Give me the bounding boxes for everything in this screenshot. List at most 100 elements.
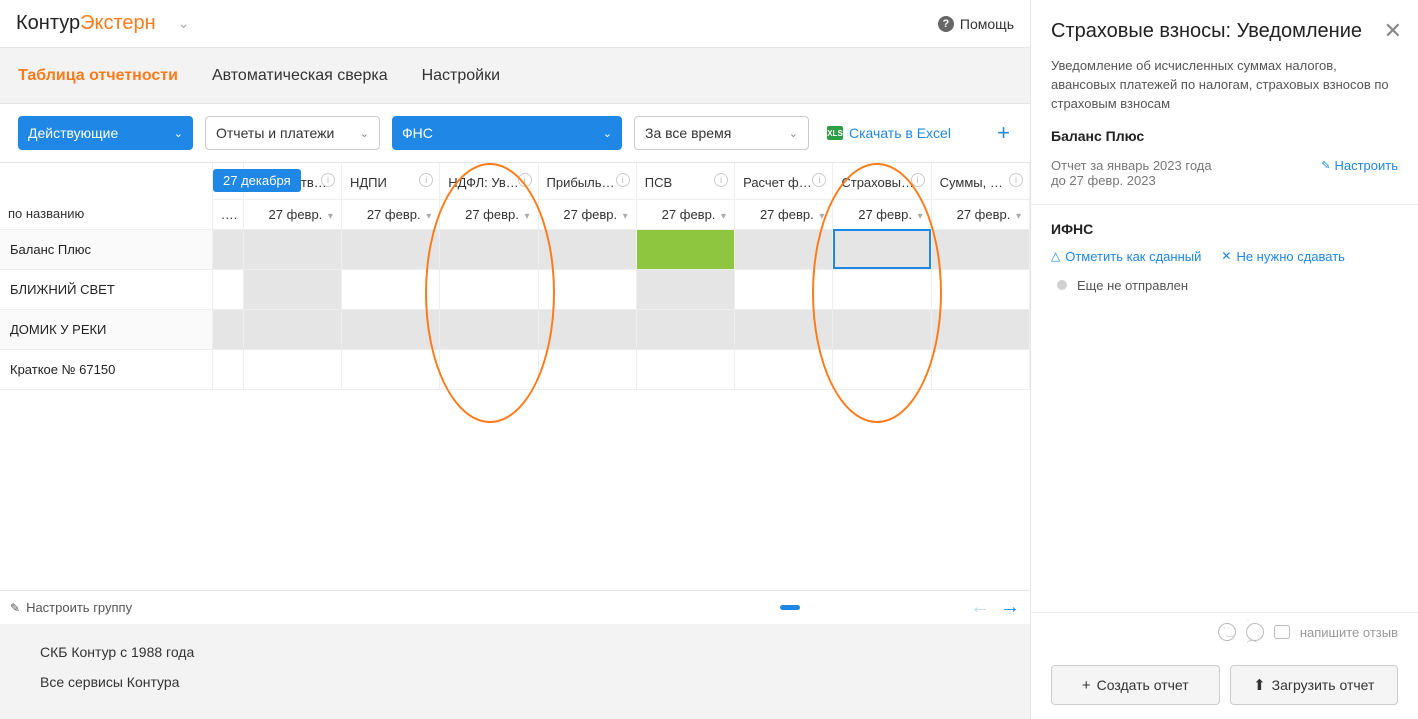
cell[interactable] xyxy=(341,309,439,349)
col-header[interactable]: НДПИi xyxy=(341,163,439,199)
horizontal-scrollbar[interactable] xyxy=(780,605,800,610)
date-subheader[interactable]: 27 февр. ▾ xyxy=(833,199,931,229)
service-switch-icon[interactable]: ⌄ xyxy=(178,15,190,32)
cell[interactable] xyxy=(243,269,341,309)
org-name[interactable]: БЛИЖНИЙ СВЕТ xyxy=(0,269,213,309)
logo: КонтурЭкстерн xyxy=(16,12,156,35)
name-header[interactable]: по названию xyxy=(0,163,213,229)
cell[interactable] xyxy=(636,349,734,389)
cell[interactable] xyxy=(538,269,636,309)
close-icon[interactable]: ✕ xyxy=(1384,18,1402,44)
info-icon[interactable]: i xyxy=(911,173,925,187)
cell[interactable] xyxy=(636,309,734,349)
date-subheader[interactable]: 27 февр. ▾ xyxy=(931,199,1029,229)
col-header[interactable]: Прибыль…i xyxy=(538,163,636,199)
cell[interactable] xyxy=(341,349,439,389)
cell[interactable] xyxy=(735,309,833,349)
cell[interactable] xyxy=(636,229,734,269)
org-name[interactable]: Баланс Плюс xyxy=(0,229,213,269)
configure-group-link[interactable]: Настроить группу xyxy=(26,600,132,615)
cell[interactable] xyxy=(636,269,734,309)
cell[interactable] xyxy=(931,269,1029,309)
date-subheader[interactable]: 27 февр. ▾ xyxy=(735,199,833,229)
cell[interactable] xyxy=(735,269,833,309)
cell[interactable] xyxy=(538,229,636,269)
org-name[interactable]: ДОМИК У РЕКИ xyxy=(0,309,213,349)
cell-selected[interactable] xyxy=(833,229,931,269)
cell[interactable] xyxy=(833,269,931,309)
download-excel-link[interactable]: XLS Скачать в Excel xyxy=(827,125,951,141)
feedback-hint[interactable]: напишите отзыв xyxy=(1300,625,1398,640)
cell[interactable] xyxy=(735,229,833,269)
info-icon[interactable]: i xyxy=(714,173,728,187)
xls-icon: XLS xyxy=(827,126,843,140)
cell[interactable] xyxy=(440,229,538,269)
table-row: Краткое № 67150 xyxy=(0,349,1030,389)
tab-reporting[interactable]: Таблица отчетности xyxy=(18,67,178,85)
create-report-button[interactable]: + Создать отчет xyxy=(1051,665,1220,705)
info-icon[interactable]: i xyxy=(616,173,630,187)
cell[interactable] xyxy=(931,229,1029,269)
period-select[interactable]: За все время⌄ xyxy=(634,116,809,150)
tab-reconcile[interactable]: Автоматическая сверка xyxy=(212,67,388,85)
cell[interactable] xyxy=(243,309,341,349)
date-subheader[interactable]: . ▾ xyxy=(213,199,243,229)
cell[interactable] xyxy=(931,309,1029,349)
date-subheader[interactable]: 27 февр. ▾ xyxy=(341,199,439,229)
cell[interactable] xyxy=(440,309,538,349)
date-subheader[interactable]: 27 февр. ▾ xyxy=(440,199,538,229)
type-select[interactable]: Отчеты и платежи⌄ xyxy=(205,116,380,150)
cell[interactable] xyxy=(213,309,243,349)
configure-link[interactable]: ✎ Настроить xyxy=(1321,158,1398,173)
cell[interactable] xyxy=(213,229,243,269)
status-select[interactable]: Действующие⌄ xyxy=(18,116,193,150)
info-icon[interactable]: i xyxy=(518,173,532,187)
cell[interactable] xyxy=(931,349,1029,389)
upload-report-button[interactable]: ⬆ Загрузить отчет xyxy=(1230,665,1399,705)
logo-part-1: Контур xyxy=(16,12,80,34)
mark-submitted-link[interactable]: △ Отметить как сданный xyxy=(1051,249,1201,264)
no-need-link[interactable]: ✕ Не нужно сдавать xyxy=(1221,249,1345,264)
upload-icon: ⬆ xyxy=(1253,676,1266,694)
arrow-right-icon[interactable]: → xyxy=(1000,596,1020,619)
comment-icon[interactable] xyxy=(1274,625,1290,639)
date-subheader[interactable]: 27 февр. ▾ xyxy=(538,199,636,229)
grid-nav-arrows: ← → xyxy=(970,596,1020,619)
smile-icon[interactable]: ˙͜˙ xyxy=(1218,623,1236,641)
cell[interactable] xyxy=(213,349,243,389)
cell[interactable] xyxy=(213,269,243,309)
cell[interactable] xyxy=(440,269,538,309)
type-select-label: Отчеты и платежи xyxy=(216,125,334,141)
footer-line-2[interactable]: Все сервисы Контура xyxy=(40,674,990,690)
org-name[interactable]: Краткое № 67150 xyxy=(0,349,213,389)
cell[interactable] xyxy=(243,229,341,269)
cell[interactable] xyxy=(538,349,636,389)
cell[interactable] xyxy=(833,349,931,389)
col-header[interactable]: Суммы, …i xyxy=(931,163,1029,199)
col-header[interactable]: Расчет ф…i xyxy=(735,163,833,199)
col-header[interactable]: НДФЛ: Ув…i xyxy=(440,163,538,199)
col-header[interactable]: ПСВi xyxy=(636,163,734,199)
tab-settings[interactable]: Настройки xyxy=(422,67,500,85)
cell[interactable] xyxy=(833,309,931,349)
info-icon[interactable]: i xyxy=(812,173,826,187)
info-icon[interactable]: i xyxy=(419,173,433,187)
cell[interactable] xyxy=(243,349,341,389)
grid: 27 декабря по названию Имуществ…i НДПИi … xyxy=(0,163,1030,590)
authority-select[interactable]: ФНС⌄ xyxy=(392,116,622,150)
help-link[interactable]: ? Помощь xyxy=(938,16,1014,32)
sad-icon[interactable]: ˙︵˙ xyxy=(1246,623,1264,641)
add-button[interactable]: + xyxy=(997,120,1012,146)
arrow-left-icon[interactable]: ← xyxy=(970,596,990,619)
date-subheader[interactable]: 27 февр. ▾ xyxy=(636,199,734,229)
cell[interactable] xyxy=(440,349,538,389)
cell[interactable] xyxy=(735,349,833,389)
info-icon[interactable]: i xyxy=(321,173,335,187)
info-icon[interactable]: i xyxy=(1009,173,1023,187)
col-header[interactable]: Страховы…i xyxy=(833,163,931,199)
cell[interactable] xyxy=(538,309,636,349)
filter-bar: Действующие⌄ Отчеты и платежи⌄ ФНС⌄ За в… xyxy=(0,104,1030,163)
cell[interactable] xyxy=(341,269,439,309)
date-subheader[interactable]: 27 февр. ▾ xyxy=(243,199,341,229)
cell[interactable] xyxy=(341,229,439,269)
